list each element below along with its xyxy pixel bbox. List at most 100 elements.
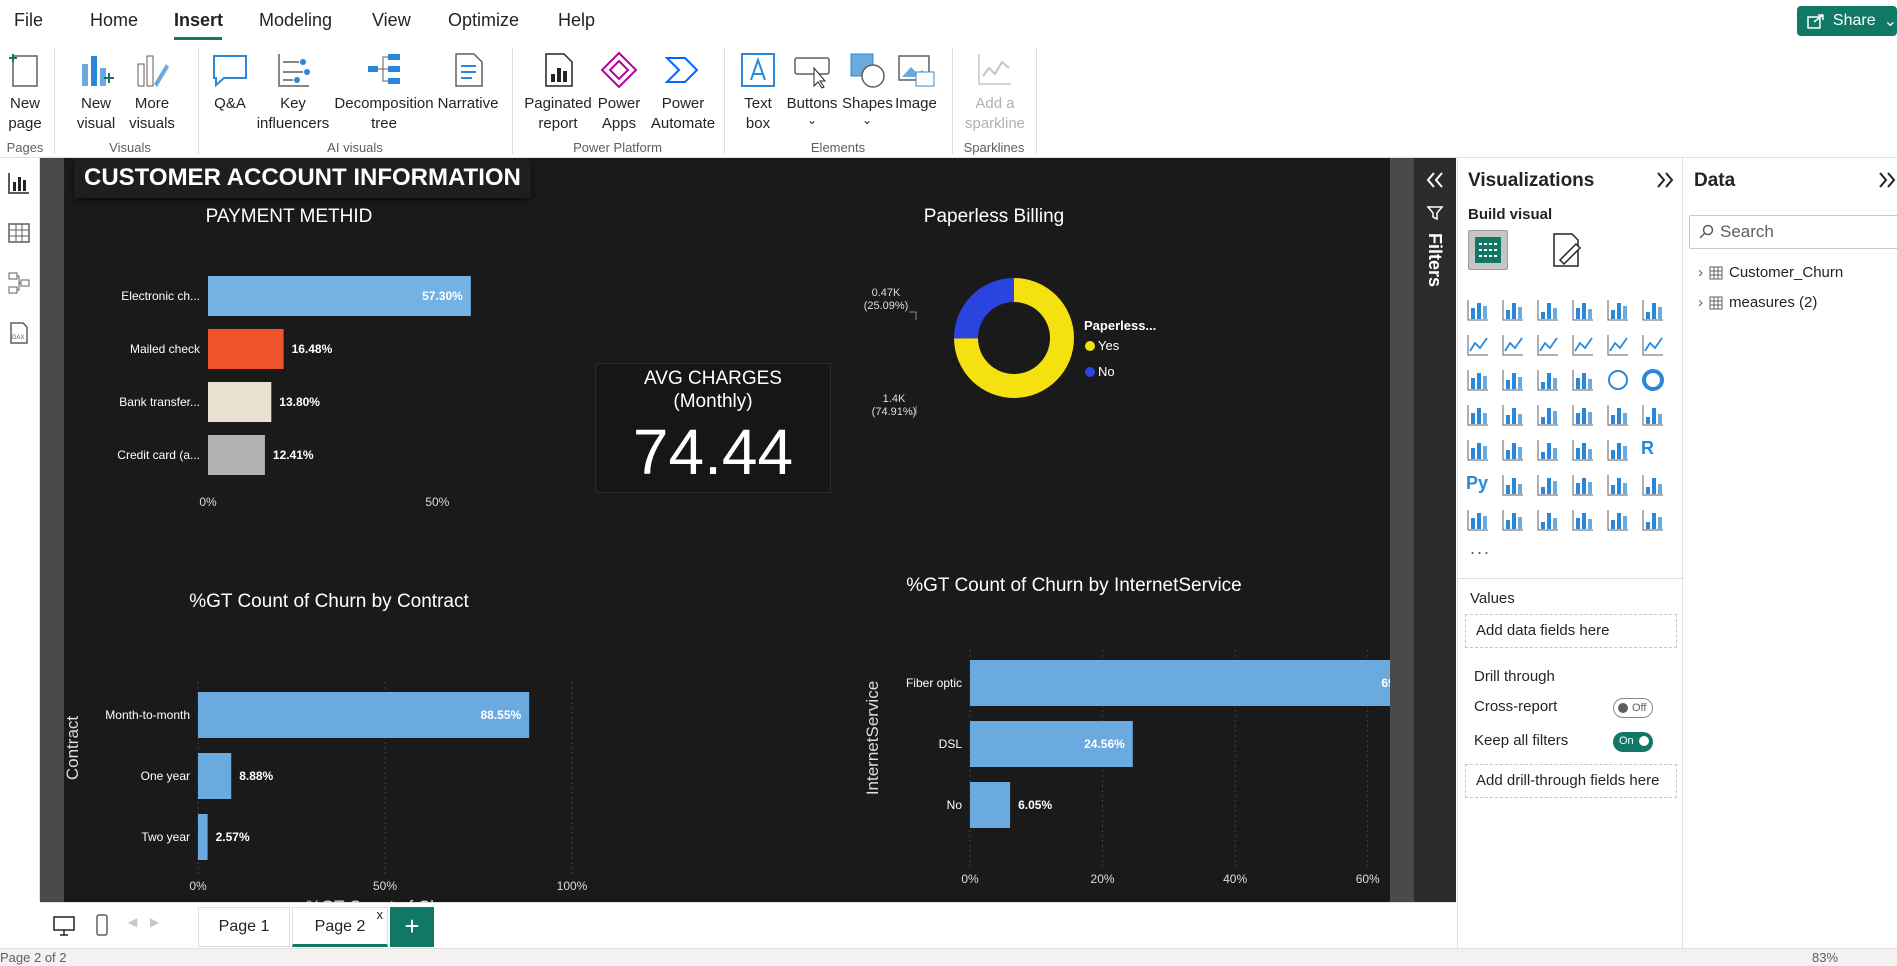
internet-service-chart[interactable]: 0% 20% 40% 60% Fiber optic 69.40% DSL 24.56% No 6… (794, 603, 1390, 893)
dax-query-view-icon[interactable]: DAX (6, 320, 32, 346)
power-automate-visual-icon[interactable] (1571, 508, 1597, 534)
payment-method-chart[interactable]: 0% 50% Electronic ch... 57.30% Mailed check 1… (64, 238, 544, 518)
donut-icon[interactable] (1641, 368, 1667, 394)
close-icon[interactable]: x (377, 896, 384, 934)
menu-help[interactable]: Help (558, 10, 595, 31)
bar (208, 435, 265, 475)
map-icon[interactable] (1501, 403, 1527, 429)
new-visual-button[interactable]: New visual (76, 50, 116, 134)
table-icon[interactable] (1571, 438, 1597, 464)
table-customer-churn[interactable]: › Customer_Churn (1698, 264, 1843, 281)
ribbon-chart-icon[interactable] (1466, 368, 1492, 394)
slicer-icon[interactable] (1536, 438, 1562, 464)
expand-left-icon[interactable] (1424, 170, 1446, 190)
page-tab-2[interactable]: Page 2 x (292, 907, 388, 947)
shapes-button[interactable]: Shapes ⌄ (842, 50, 893, 126)
filters-pane-collapsed[interactable]: Filters (1414, 158, 1456, 902)
waterfall-icon[interactable] (1501, 368, 1527, 394)
power-automate-button[interactable]: Power Automate (648, 50, 718, 134)
azure-map-icon[interactable] (1571, 403, 1597, 429)
previous-page-icon[interactable]: ◀ (128, 915, 137, 929)
filled-map-icon[interactable] (1536, 403, 1562, 429)
category-label: Two year (141, 830, 190, 844)
build-visual-tab[interactable] (1468, 230, 1508, 270)
narrative-icon[interactable] (1606, 473, 1632, 499)
line-chart-icon[interactable] (1466, 333, 1492, 359)
format-visual-icon[interactable] (1546, 230, 1586, 270)
share-button[interactable]: Share ⌄ (1797, 6, 1897, 36)
drill-through-field-well[interactable]: Add drill-through fields here (1465, 764, 1677, 798)
data-search-input[interactable]: Search (1689, 215, 1897, 249)
matrix-icon[interactable] (1606, 438, 1632, 464)
report-view-icon[interactable] (6, 170, 32, 196)
power-apps-button[interactable]: Power Apps (596, 50, 642, 134)
decomposition-tree-icon[interactable] (1536, 473, 1562, 499)
gauge-icon[interactable] (1606, 403, 1632, 429)
stacked-column-icon[interactable] (1501, 298, 1527, 324)
decomposition-tree-button[interactable]: Decomposition tree (332, 50, 436, 134)
menu-optimize[interactable]: Optimize (448, 10, 519, 31)
narrative-button[interactable]: Narrative (436, 50, 500, 114)
clustered-bar-icon[interactable] (1536, 298, 1562, 324)
add-sparkline-button[interactable]: Add a sparkline (962, 50, 1028, 134)
menu-modeling[interactable]: Modeling (259, 10, 332, 31)
kpi-icon[interactable] (1501, 438, 1527, 464)
mobile-layout-icon[interactable] (94, 913, 110, 937)
image-icon (898, 55, 935, 87)
donut-slice (954, 278, 1014, 339)
desktop-layout-icon[interactable] (52, 915, 76, 937)
arcgis-map-icon[interactable] (1536, 508, 1562, 534)
clustered-column-icon[interactable] (1571, 298, 1597, 324)
power-apps-visual-icon[interactable] (1501, 508, 1527, 534)
values-field-well[interactable]: Add data fields here (1465, 614, 1677, 648)
area-chart-icon[interactable] (1501, 333, 1527, 359)
power-apps-icon[interactable] (1606, 508, 1632, 534)
collapse-pane-icon[interactable] (1876, 170, 1897, 190)
menu-view[interactable]: View (372, 10, 411, 31)
stacked-bar-icon[interactable] (1466, 298, 1492, 324)
model-view-icon[interactable] (6, 270, 32, 296)
avg-charges-card[interactable]: AVG CHARGES (Monthly) 74.44 (595, 363, 831, 493)
scatter-icon[interactable] (1571, 368, 1597, 394)
funnel-icon[interactable] (1536, 368, 1562, 394)
100-column-icon[interactable] (1641, 298, 1667, 324)
more-visuals-ellipsis[interactable]: ... (1470, 538, 1491, 559)
new-page-button[interactable]: New page (2, 50, 48, 134)
metrics-icon[interactable] (1641, 473, 1667, 499)
buttons-button[interactable]: Buttons ⌄ (784, 50, 840, 126)
stacked-area-icon[interactable] (1536, 333, 1562, 359)
add-page-button[interactable]: + (390, 907, 434, 947)
qa-icon[interactable] (1571, 473, 1597, 499)
100-area-icon[interactable] (1571, 333, 1597, 359)
line-column-icon[interactable] (1606, 333, 1632, 359)
qa-button[interactable]: Q&A (208, 50, 252, 114)
100-bar-icon[interactable] (1606, 298, 1632, 324)
paginated-report-button[interactable]: Paginated report (522, 50, 594, 134)
keep-all-filters-toggle[interactable]: On (1613, 732, 1653, 752)
power-automate-icon[interactable] (1641, 508, 1667, 534)
treemap-icon[interactable] (1466, 403, 1492, 429)
table-view-icon[interactable] (6, 220, 32, 246)
menu-file[interactable]: File (14, 10, 43, 31)
table-measures[interactable]: › measures (2) (1698, 294, 1817, 311)
python-visual-icon[interactable]: Py (1466, 473, 1492, 499)
cross-report-toggle[interactable]: Off (1613, 698, 1653, 718)
line-stacked-column-icon[interactable] (1641, 333, 1667, 359)
collapse-pane-icon[interactable] (1654, 170, 1676, 190)
menu-home[interactable]: Home (90, 10, 138, 31)
image-button[interactable]: Image (892, 50, 940, 114)
page-tab-1[interactable]: Page 1 (198, 907, 290, 947)
multi-row-card-icon[interactable] (1466, 438, 1492, 464)
pie-icon[interactable] (1606, 368, 1632, 394)
text-box-button[interactable]: Text box (736, 50, 780, 134)
paperless-billing-chart[interactable]: 0.47K(25.09%) 1.4K(74.91%) Paperless... Yes… (864, 238, 1284, 438)
paginated-visual-icon[interactable] (1466, 508, 1492, 534)
menu-insert[interactable]: Insert (174, 10, 223, 31)
r-visual-icon[interactable]: R (1641, 438, 1667, 464)
more-visuals-button[interactable]: More visuals (122, 50, 182, 134)
next-page-icon[interactable]: ▶ (150, 915, 159, 929)
contract-chart[interactable]: 0% 50% 100% Month-to-month 88.55% One year 8.8… (64, 618, 624, 902)
key-influencers-icon[interactable] (1501, 473, 1527, 499)
key-influencers-button[interactable]: Key influencers (256, 50, 330, 134)
card-icon[interactable] (1641, 403, 1667, 429)
